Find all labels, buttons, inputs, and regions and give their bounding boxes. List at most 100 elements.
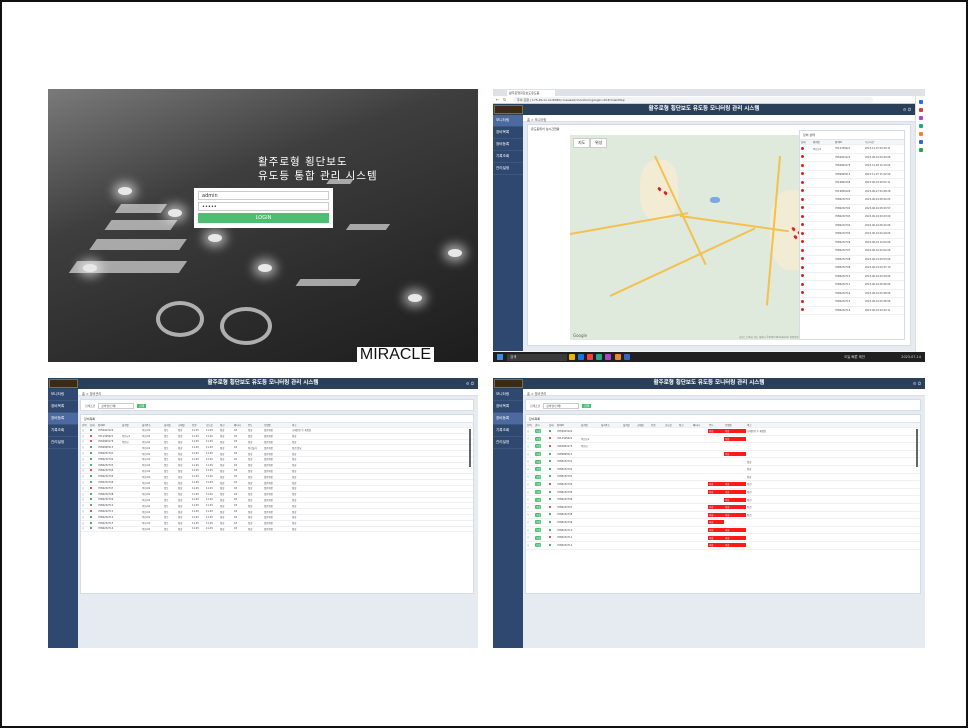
tool-icon[interactable]: [918, 140, 923, 144]
password-field[interactable]: [198, 202, 329, 211]
status-row[interactable]: 7086232711 2023-06-19 08:46:06: [800, 281, 904, 290]
app-icon[interactable]: [596, 354, 603, 360]
edit-button[interactable]: 수정: [535, 452, 542, 457]
tool-icon[interactable]: [918, 148, 923, 152]
header-icons[interactable]: ⚙ ⏻: [466, 378, 474, 389]
row-checkbox[interactable]: ○: [81, 475, 89, 478]
explorer-icon[interactable]: [569, 354, 576, 360]
scrollbar[interactable]: [916, 429, 918, 467]
edit-button[interactable]: 수정: [535, 512, 542, 517]
status-row[interactable]: 7089965513 2023-11-07 15:22:09: [800, 171, 904, 179]
table-row[interactable]: ○ 수정 7086232706 이상 점검: [526, 496, 920, 504]
status-row[interactable]: 7086232712 2023-06-19 09:48:06: [800, 290, 904, 298]
edit-button[interactable]: 수정: [535, 490, 542, 495]
table-row[interactable]: ○ 7086232714 옥천-01 점등 정상 11.0V 11.0V 정상 18 정상 일반제품…: [81, 527, 473, 533]
edit-button[interactable]: 수정: [535, 444, 542, 449]
status-row[interactable]: 7086232706 2023-06-19 10:04:06: [800, 239, 904, 247]
sidebar-item[interactable]: 장비등록: [493, 139, 523, 151]
table-row[interactable]: ○ 수정 7084963175 옥천교: [526, 443, 920, 451]
table-row[interactable]: ○ 수정 7012345621 옥천교1 이상: [526, 436, 920, 444]
tool-icon[interactable]: [918, 116, 923, 120]
tool-icon[interactable]: [918, 132, 923, 136]
sidebar-item[interactable]: 관리설정: [493, 163, 523, 175]
status-row[interactable]: 7086232710 2023-06-19 09:49:06: [800, 273, 904, 281]
status-row[interactable]: 7086232707 2023-06-19 09:52:06: [800, 247, 904, 256]
bing-icon[interactable]: [918, 100, 923, 104]
sidebar-item[interactable]: 모니터링: [493, 389, 523, 401]
row-checkbox[interactable]: ○: [81, 516, 89, 519]
status-row[interactable]: 7084963175 2023-12-28 10:14:04: [800, 162, 904, 171]
table-row[interactable]: ○ 수정 7086232708 이상 이상 점검: [526, 512, 920, 520]
app-icon[interactable]: [614, 354, 621, 360]
sidebar-item[interactable]: 장비목록: [493, 127, 523, 139]
table-row[interactable]: ○ 수정 7086232705 이상 이상 점검: [526, 489, 920, 497]
sidebar-item[interactable]: 기록조회: [493, 151, 523, 163]
row-checkbox[interactable]: ○: [81, 452, 89, 455]
edit-button[interactable]: 수정: [535, 459, 542, 464]
row-checkbox[interactable]: ○: [526, 453, 534, 456]
edit-button[interactable]: 수정: [535, 505, 542, 510]
search-select[interactable]: 장비명(전체): [543, 403, 580, 409]
status-row[interactable]: 7086232714 2023-06-19 09:44:11: [800, 307, 904, 315]
sidebar-item[interactable]: 기록조회: [48, 425, 78, 437]
sidebar-item[interactable]: 장비목록: [493, 401, 523, 413]
scrollbar[interactable]: [469, 429, 471, 467]
search-button[interactable]: 검색: [137, 404, 147, 408]
row-checkbox[interactable]: ○: [526, 468, 534, 471]
row-checkbox[interactable]: ○: [81, 469, 89, 472]
header-icons[interactable]: ⚙ ⏻: [903, 104, 911, 115]
sidebar-item[interactable]: 모니터링: [493, 115, 523, 127]
row-checkbox[interactable]: ○: [81, 481, 89, 484]
status-row[interactable]: 7056923124 2023-06-19 09:44:06: [800, 154, 904, 162]
row-checkbox[interactable]: ○: [526, 513, 534, 516]
google-map[interactable]: 지도 위성 ⛶ + − Google 키보드 단축키 지도 데이터 ©2023 …: [570, 135, 826, 340]
status-row[interactable]: 7086232708 2023-06-19 09:53:06: [800, 256, 904, 264]
row-checkbox[interactable]: ○: [81, 429, 89, 432]
row-checkbox[interactable]: ○: [81, 435, 89, 438]
back-icon[interactable]: ←: [496, 97, 499, 102]
row-checkbox[interactable]: ○: [526, 430, 534, 433]
app-icon[interactable]: [605, 354, 612, 360]
status-row[interactable]: 옥천교1 7012345621 2023-12-07 09:30:11: [800, 145, 904, 154]
table-row[interactable]: ○ 수정 7086232707 이상 이상 점검: [526, 504, 920, 512]
row-checkbox[interactable]: ○: [526, 491, 534, 494]
row-checkbox[interactable]: ○: [526, 498, 534, 501]
app-icon[interactable]: [623, 354, 630, 360]
sidebar-item[interactable]: 모니터링: [48, 389, 78, 401]
status-row[interactable]: 7086232701 2023-06-19 08:44:05: [800, 196, 904, 205]
status-row[interactable]: 7019856109 2023-06-27 09:48:28: [800, 188, 904, 196]
table-row[interactable]: ○ 수정 7086232701 정상: [526, 458, 920, 466]
row-checkbox[interactable]: ○: [526, 483, 534, 486]
header-icons[interactable]: ⚙ ⏻: [913, 378, 921, 389]
edit-button[interactable]: 수정: [535, 474, 542, 479]
status-row[interactable]: 7086232703 2023-06-19 09:23:09: [800, 213, 904, 222]
table-row[interactable]: ○ 수정 7086232703 정상: [526, 474, 920, 482]
row-checkbox[interactable]: ○: [81, 440, 89, 443]
status-row[interactable]: 7019862106 2023-06-19 08:52:11: [800, 179, 904, 188]
row-checkbox[interactable]: ○: [526, 536, 534, 539]
map-tab-map[interactable]: 지도: [573, 138, 591, 148]
row-checkbox[interactable]: ○: [526, 460, 534, 463]
row-checkbox[interactable]: ○: [526, 437, 534, 440]
edge-icon[interactable]: [578, 354, 585, 360]
table-row[interactable]: ○ 수정 7086232711 이상 이상: [526, 534, 920, 542]
address-bar[interactable]: 주의 요함 | 175.46.xx.xx:8080/crosswalk/moni…: [513, 97, 873, 103]
status-row[interactable]: 7086232705 2023-06-19 09:29:06: [800, 230, 904, 239]
row-checkbox[interactable]: ○: [526, 475, 534, 478]
table-row[interactable]: ○ 수정 7086232702 정상: [526, 466, 920, 474]
edit-button[interactable]: 수정: [535, 497, 542, 502]
sidebar-item[interactable]: 관리설정: [493, 437, 523, 449]
username-field[interactable]: [198, 191, 329, 200]
map-tab-satellite[interactable]: 위성: [590, 138, 608, 148]
row-checkbox[interactable]: ○: [81, 510, 89, 513]
edit-button[interactable]: 수정: [535, 528, 542, 533]
app-icon[interactable]: [587, 354, 594, 360]
table-row[interactable]: ○ 수정 7086232710 이상 이상: [526, 527, 920, 535]
row-checkbox[interactable]: ○: [81, 458, 89, 461]
edit-button[interactable]: 수정: [535, 467, 542, 472]
sidebar-item[interactable]: 장비등록: [48, 413, 78, 425]
start-icon[interactable]: [497, 354, 503, 360]
taskbar-search[interactable]: 검색: [507, 353, 568, 361]
sidebar-item[interactable]: 장비목록: [48, 401, 78, 413]
table-row[interactable]: ○ 수정 7086232712 이상 이상: [526, 542, 920, 550]
